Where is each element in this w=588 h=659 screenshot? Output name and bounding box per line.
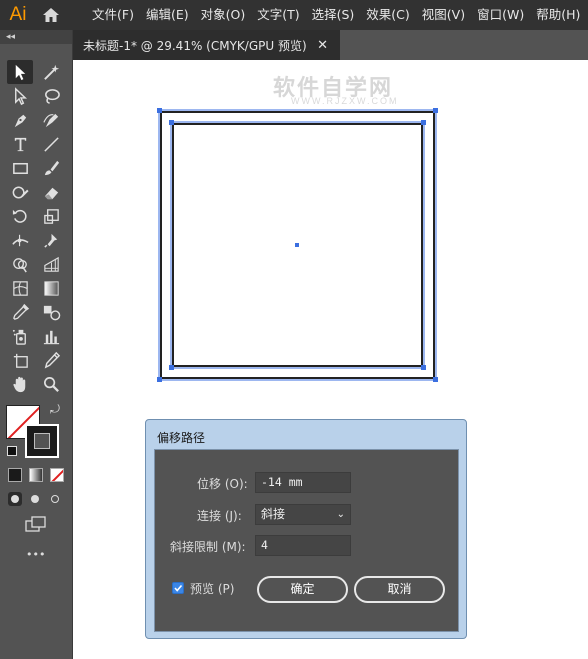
puppet-warp-icon[interactable] [38,228,64,252]
close-icon[interactable]: ✕ [317,38,328,53]
stroke-swatch[interactable] [25,424,59,458]
default-colors-icon[interactable] [7,446,17,456]
dialog-title: 偏移路径 [157,431,206,445]
draw-inside-icon[interactable] [48,492,62,506]
gradient-icon[interactable] [29,468,43,482]
anchor-point [169,120,174,125]
type-tool-icon[interactable] [7,132,33,156]
gradient-tool-icon[interactable] [38,276,64,300]
center-point [295,243,299,247]
anchor-point [169,365,174,370]
anchor-point [421,365,426,370]
preview-checkbox[interactable] [172,582,184,594]
draw-behind-icon[interactable] [28,492,42,506]
menu-window[interactable]: 窗口(W) [471,0,530,30]
draw-normal-icon[interactable] [8,492,22,506]
miter-limit-label: 斜接限制 (M): [170,540,246,554]
cancel-button[interactable]: 取消 [354,576,445,603]
artboard-tool-icon[interactable] [7,348,33,372]
lasso-icon[interactable] [38,84,64,108]
join-label: 连接 (J): [197,509,242,523]
miter-limit-input[interactable]: 4 [255,535,351,556]
chevron-down-icon: ⌄ [336,509,345,520]
swap-fill-stroke-icon[interactable]: ⤾ [50,402,60,417]
document-tab-label: 未标题-1* @ 29.41% (CMYK/GPU 预览) [83,38,307,53]
magic-wand-icon[interactable] [38,60,64,84]
app-logo: Ai [9,4,27,25]
direct-selection-icon[interactable] [7,84,33,108]
curvature-tool-icon[interactable] [38,108,64,132]
blend-tool-icon[interactable] [38,300,64,324]
join-select-value: 斜接 [261,507,286,521]
anchor-point [433,377,438,382]
rectangle-tool-icon[interactable] [7,156,33,180]
offset-input[interactable]: -14 mm [255,472,351,493]
eraser-icon[interactable] [38,180,64,204]
home-icon[interactable] [36,0,66,30]
preview-label: 预览 (P) [190,582,235,596]
screen-mode-icon[interactable] [25,516,47,532]
scale-tool-icon[interactable] [38,204,64,228]
color-mode-row [8,468,68,484]
column-graph-icon[interactable] [38,324,64,348]
rotate-tool-icon[interactable] [7,204,33,228]
menu-list: 文件(F) 编辑(E) 对象(O) 文字(T) 选择(S) 效果(C) 视图(V… [86,0,586,30]
menu-help[interactable]: 帮助(H) [530,0,586,30]
dialog-body: 位移 (O): -14 mm 连接 (J): 斜接 ⌄ 斜接限制 (M): 4 … [154,449,459,632]
eyedropper-icon[interactable] [7,300,33,324]
ok-button[interactable]: 确定 [257,576,348,603]
menu-file[interactable]: 文件(F) [86,0,140,30]
document-tab-bar: 未标题-1* @ 29.41% (CMYK/GPU 预览) ✕ [73,30,588,60]
anchor-point [433,108,438,113]
menu-type[interactable]: 文字(T) [251,0,305,30]
zoom-tool-icon[interactable] [38,372,64,396]
draw-mode-row [8,492,68,508]
shaper-tool-icon[interactable] [7,180,33,204]
perspective-grid-icon[interactable] [38,252,64,276]
menu-edit[interactable]: 编辑(E) [140,0,195,30]
hand-tool-icon[interactable] [7,372,33,396]
toolbox-header: ◂◂ [0,30,72,44]
mesh-tool-icon[interactable] [7,276,33,300]
illustrator-window: Ai 文件(F) 编辑(E) 对象(O) 文字(T) 选择(S) 效果(C) 视… [0,0,588,659]
slice-tool-icon[interactable] [38,348,64,372]
anchor-point [421,120,426,125]
menu-select[interactable]: 选择(S) [306,0,361,30]
more-tools-icon[interactable]: ••• [26,548,45,561]
selection-tool-icon[interactable] [7,60,33,84]
toolbox-panel: ◂◂ ⤾ ••• [0,30,73,659]
anchor-point [157,377,162,382]
fill-stroke-widget: ⤾ [6,402,68,462]
anchor-point [157,108,162,113]
color-icon[interactable] [8,468,22,482]
symbol-sprayer-icon[interactable] [7,324,33,348]
menu-effect[interactable]: 效果(C) [360,0,415,30]
menu-view[interactable]: 视图(V) [416,0,471,30]
tool-grid [0,60,73,396]
offset-label: 位移 (O): [197,477,248,491]
none-icon[interactable] [50,468,64,482]
join-select[interactable]: 斜接 ⌄ [255,504,351,525]
document-tab[interactable]: 未标题-1* @ 29.41% (CMYK/GPU 预览) ✕ [73,30,340,60]
offset-path-dialog: 偏移路径 位移 (O): -14 mm 连接 (J): 斜接 ⌄ 斜接限制 (M… [145,419,467,639]
menu-object[interactable]: 对象(O) [195,0,252,30]
line-tool-icon[interactable] [38,132,64,156]
menu-bar: Ai 文件(F) 编辑(E) 对象(O) 文字(T) 选择(S) 效果(C) 视… [0,0,588,30]
shape-builder-icon[interactable] [7,252,33,276]
paintbrush-icon[interactable] [38,156,64,180]
width-tool-icon[interactable] [7,228,33,252]
pen-tool-icon[interactable] [7,108,33,132]
collapse-icon[interactable]: ◂◂ [6,31,15,43]
